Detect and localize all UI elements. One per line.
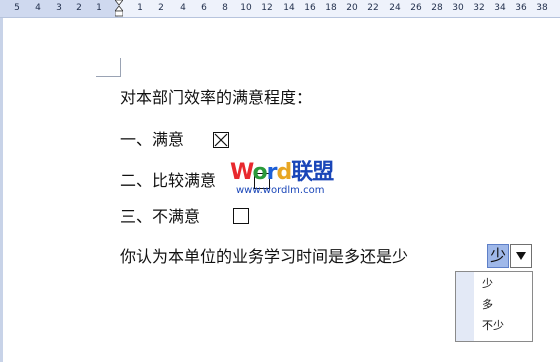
- ruler-tick: 18: [325, 3, 337, 13]
- ruler-tick: 28: [431, 3, 443, 13]
- ruler-tick: 34: [494, 3, 506, 13]
- dropdown-option[interactable]: 少: [482, 277, 493, 291]
- watermark-url: www.wordlm.com: [236, 185, 325, 196]
- dropdown-selected-value[interactable]: 少: [487, 244, 509, 268]
- watermark-letter: d: [276, 160, 292, 185]
- watermark-letter: W: [230, 160, 254, 185]
- dropdown-option[interactable]: 多: [482, 298, 493, 312]
- dropdown-list-strip: [456, 272, 474, 341]
- ruler-tick: 1: [137, 3, 143, 13]
- horizontal-ruler[interactable]: 5 4 3 2 1 1 2 4 6 8 10 12 14 16 18 20 22…: [0, 0, 560, 18]
- ruler-tick: 38: [536, 3, 548, 13]
- option-1-checkbox[interactable]: [213, 132, 229, 148]
- ruler-tick: 16: [304, 3, 316, 13]
- ruler-tick: 8: [222, 3, 228, 13]
- ruler-tick: 26: [410, 3, 422, 13]
- dropdown-option-list: 少 多 不少: [455, 271, 533, 342]
- option-3-label: 三、不满意: [120, 207, 201, 226]
- ruler-tick: 32: [473, 3, 485, 13]
- indent-marker-icon[interactable]: [115, 0, 123, 17]
- wordlm-watermark-logo: Word联盟 www.wordlm.com: [230, 161, 338, 203]
- check-x-icon: [214, 133, 228, 147]
- page-left-edge: [0, 18, 3, 362]
- ruler-tick: 14: [283, 3, 295, 13]
- ruler-tick: 2: [158, 3, 164, 13]
- watermark-letter: o: [252, 160, 267, 185]
- ruler-tick: 2: [76, 3, 82, 13]
- ruler-tick: 10: [240, 3, 252, 13]
- word-document-window: 5 4 3 2 1 1 2 4 6 8 10 12 14 16 18 20 22…: [0, 0, 560, 362]
- text-boundary-corner: [96, 58, 121, 77]
- ruler-tick: 1: [96, 3, 102, 13]
- option-1-label: 一、满意: [120, 130, 185, 149]
- ruler-tick: 24: [389, 3, 401, 13]
- ruler-tick: 3: [56, 3, 62, 13]
- dropdown-arrow-icon: [516, 252, 526, 260]
- study-time-question: 你认为本单位的业务学习时间是多还是少: [120, 247, 409, 266]
- dropdown-toggle-button[interactable]: [510, 244, 532, 268]
- ruler-tick: 12: [261, 3, 273, 13]
- ruler-tick: 22: [367, 3, 379, 13]
- ruler-tick: 4: [35, 3, 41, 13]
- ruler-tick: 36: [515, 3, 527, 13]
- option-2-label: 二、比较满意: [120, 171, 217, 190]
- question-text: 对本部门效率的满意程度：: [120, 88, 313, 107]
- watermark-letter: r: [266, 160, 278, 185]
- ruler-tick: 5: [14, 3, 20, 13]
- ruler-tick: 30: [452, 3, 464, 13]
- watermark-brand: Word联盟: [230, 160, 334, 185]
- ruler-tick: 20: [346, 3, 358, 13]
- ruler-tick: 4: [180, 3, 186, 13]
- option-3-checkbox[interactable]: [233, 208, 249, 224]
- watermark-chinese: 联盟: [291, 160, 334, 185]
- dropdown-option[interactable]: 不少: [482, 319, 504, 333]
- ruler-tick: 6: [201, 3, 207, 13]
